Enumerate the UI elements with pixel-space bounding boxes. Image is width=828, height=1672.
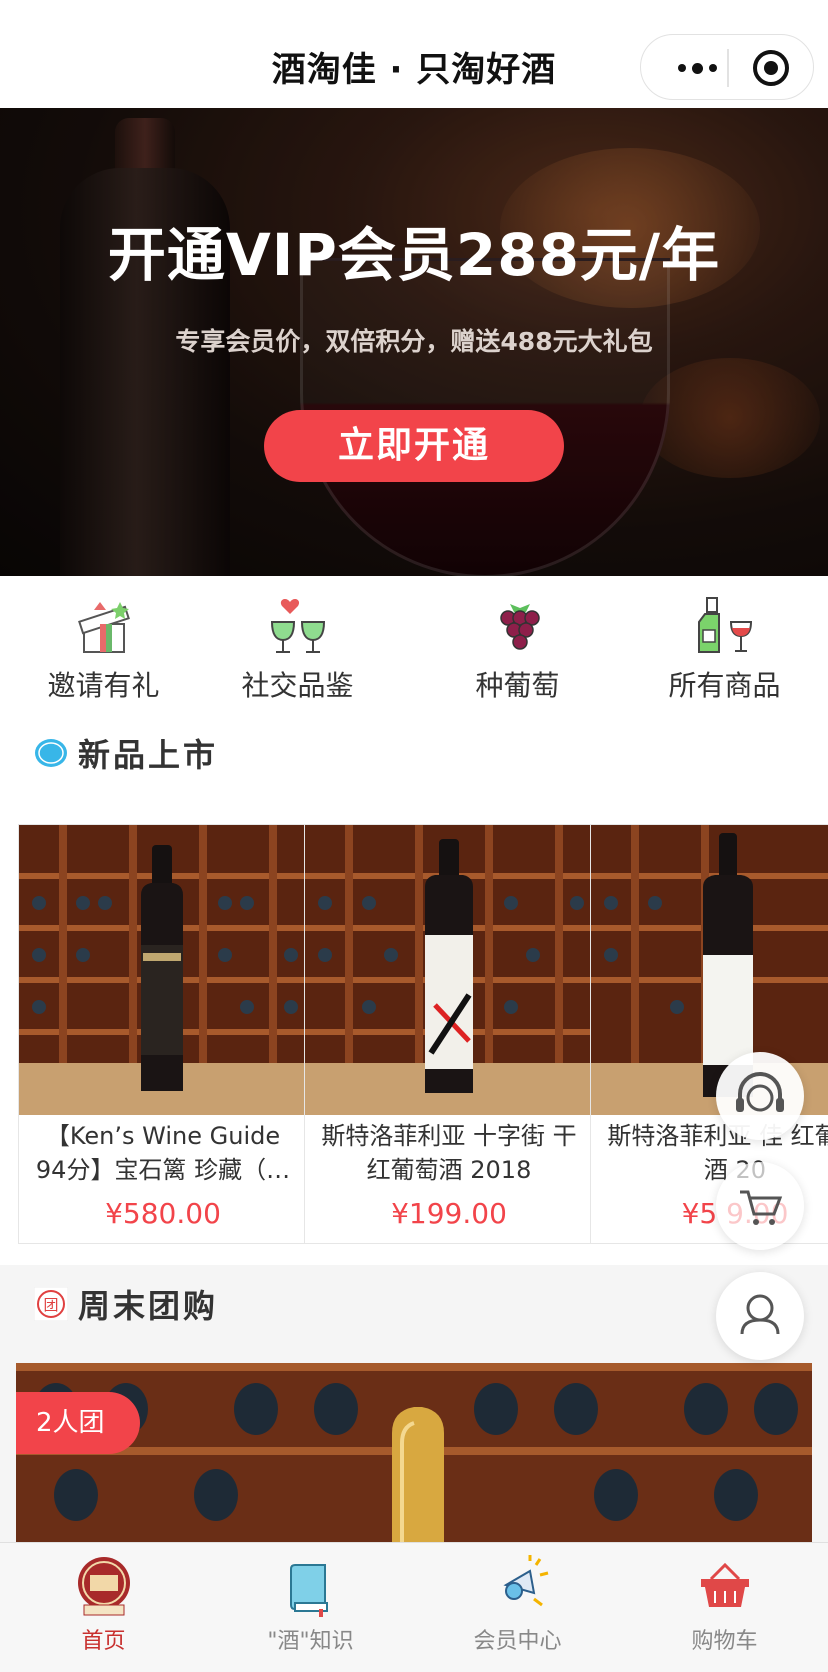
section-title: 新品上市 — [78, 736, 219, 774]
new-products-header: 新品上市 — [0, 714, 828, 790]
wine-bottle-icon — [697, 597, 752, 653]
close-mini-program-icon[interactable] — [753, 50, 789, 86]
quick-nav-label: 所有商品 — [668, 669, 781, 702]
quick-nav-label: 社交品鉴 — [241, 669, 354, 702]
quick-nav-social-tasting[interactable]: 社交品鉴 — [194, 596, 401, 706]
new-arrival-icon — [35, 739, 67, 767]
tab-label: 购物车 — [691, 1629, 758, 1654]
gift-icon — [77, 602, 130, 653]
tab-bar: 首页 "酒"知识 会员中心 购物车 — [0, 1542, 828, 1672]
tab-label: "酒"知识 — [267, 1629, 354, 1654]
user-icon — [740, 1294, 780, 1335]
vip-banner[interactable]: 开通VIP会员288元/年 专享会员价，双倍积分，赠送488元大礼包 立即开通 — [0, 108, 828, 576]
cart-icon — [740, 1190, 783, 1225]
product-card[interactable]: 斯特洛菲利亚 十字街 干红葡萄酒 2018 ¥199.00 — [304, 824, 594, 1244]
tab-home[interactable]: 首页 — [0, 1555, 207, 1665]
tab-wine-knowledge[interactable]: "酒"知识 — [207, 1555, 414, 1665]
shopping-basket-icon — [700, 1562, 749, 1607]
floating-cart-button[interactable] — [716, 1162, 804, 1250]
product-price: ¥580.00 — [105, 1197, 221, 1230]
mini-program-capsule — [640, 34, 814, 100]
product-photo — [305, 825, 593, 1115]
activate-vip-button[interactable]: 立即开通 — [264, 410, 564, 482]
quick-nav-all-products[interactable]: 所有商品 — [621, 596, 828, 706]
tab-label: 首页 — [81, 1629, 126, 1654]
member-icon — [502, 1555, 548, 1607]
quick-nav-invite[interactable]: 邀请有礼 — [0, 596, 207, 706]
quick-nav-grow-grapes[interactable]: 种葡萄 — [414, 596, 621, 706]
wine-glasses-icon — [270, 599, 325, 653]
more-options-icon[interactable] — [665, 51, 729, 85]
navigation-bar: 酒淘佳 · 只淘好酒 — [0, 0, 828, 108]
group-buy-image — [16, 1363, 812, 1543]
headset-icon — [736, 1072, 784, 1112]
group-buy-product-photo[interactable] — [16, 1363, 812, 1543]
tab-member-center[interactable]: 会员中心 — [414, 1555, 621, 1665]
tab-shopping-cart[interactable]: 购物车 — [621, 1555, 828, 1665]
product-card[interactable]: 【Ken’s Wine Guide 94分】宝石篱 珍藏（… ¥580.00 — [18, 824, 308, 1244]
product-photo — [19, 825, 307, 1115]
tab-label: 会员中心 — [473, 1629, 562, 1654]
customer-service-button[interactable] — [716, 1052, 804, 1140]
product-name: 【Ken’s Wine Guide 94分】宝石篱 珍藏（… — [35, 1122, 291, 1184]
capsule-divider — [727, 49, 729, 87]
grapes-icon — [499, 604, 540, 650]
book-icon — [289, 1564, 328, 1617]
banner-title: 开通VIP会员288元/年 — [107, 221, 721, 289]
banner-subtitle: 专享会员价，双倍积分，赠送488元大礼包 — [175, 327, 653, 356]
product-price: ¥199.00 — [391, 1197, 507, 1230]
quick-nav: 邀请有礼 社交品鉴 种葡萄 所有商品 — [0, 576, 828, 714]
home-logo-icon — [77, 1557, 130, 1616]
quick-nav-label: 种葡萄 — [475, 669, 560, 702]
group-size-badge: 2人团 — [16, 1392, 140, 1454]
new-products-carousel[interactable]: 【Ken’s Wine Guide 94分】宝石篱 珍藏（… ¥580.00 斯… — [0, 790, 828, 1265]
product-name: 斯特洛菲利亚 十字街 干红葡萄酒 2018 — [321, 1122, 577, 1184]
profile-button[interactable] — [716, 1272, 804, 1360]
quick-nav-label: 邀请有礼 — [47, 669, 160, 702]
